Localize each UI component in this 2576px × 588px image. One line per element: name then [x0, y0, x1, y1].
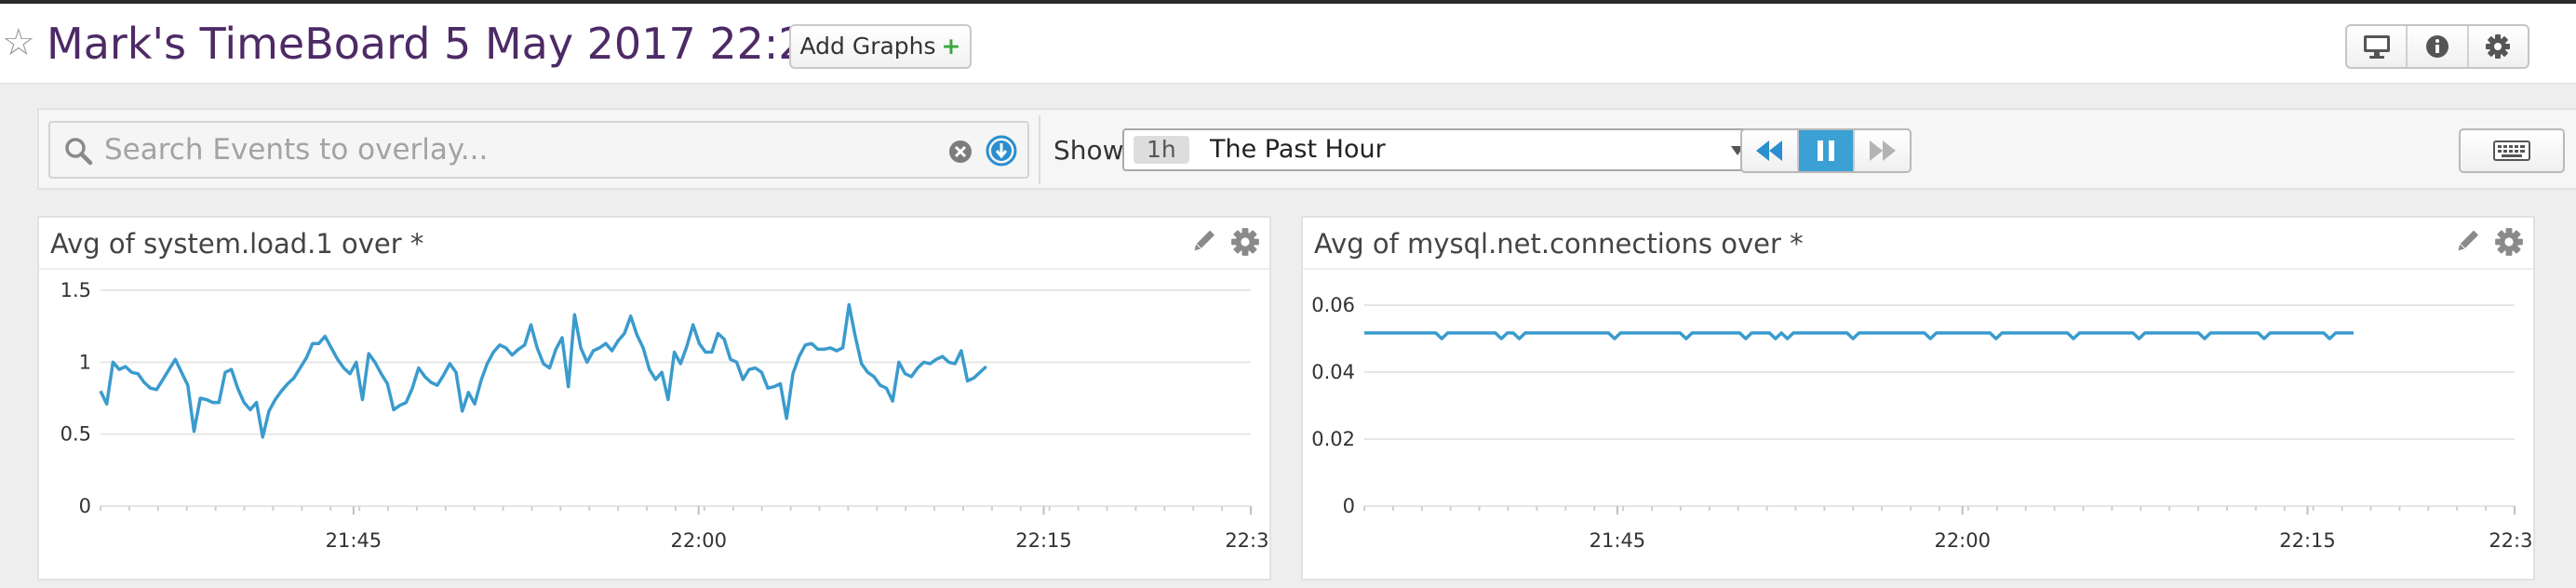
x-tick-label: 22:3( [2489, 529, 2533, 552]
plus-icon: + [941, 33, 961, 60]
x-tick-label: 22:15 [1015, 529, 1072, 552]
y-tick-label: 0.5 [60, 423, 91, 446]
timeframe-badge: 1h [1134, 136, 1189, 164]
graph-tools [2453, 227, 2524, 257]
pause-icon [1818, 140, 1834, 161]
fast-forward-button[interactable] [1855, 130, 1910, 171]
tv-mode-button[interactable] [2347, 26, 2408, 67]
keyboard-icon [2493, 140, 2530, 161]
y-tick-label: 0.06 [1311, 294, 1355, 316]
search-input[interactable] [104, 130, 923, 169]
gear-icon [2486, 34, 2511, 59]
x-tick-label: 22:00 [670, 529, 727, 552]
x-tick-label: 22:00 [1934, 529, 1991, 552]
y-tick-label: 0.02 [1311, 428, 1355, 450]
search-icon [65, 138, 93, 166]
series-line[interactable] [1364, 331, 2354, 341]
series-line[interactable] [99, 302, 987, 439]
graph-title: Avg of mysql.net.connections over * [1314, 228, 1804, 260]
graph-title: Avg of system.load.1 over * [50, 228, 424, 260]
pause-button[interactable] [1798, 130, 1856, 171]
y-tick-label: 0 [1343, 495, 1355, 517]
event-search-box [48, 121, 1029, 179]
timeframe-label: The Past Hour [1210, 135, 1386, 164]
info-button[interactable] [2408, 26, 2469, 67]
graph-tools [1189, 227, 1260, 257]
keyboard-shortcuts-button[interactable] [2459, 128, 2565, 173]
dashboard-header: ☆ Mark's TimeBoard 5 May 2017 22:25 Add … [0, 0, 2576, 84]
y-tick-label: 1 [79, 351, 91, 373]
settings-button[interactable] [2469, 26, 2528, 67]
x-tick-label: 21:45 [326, 529, 382, 552]
y-tick-label: 0 [79, 495, 91, 517]
toolbar-divider [1039, 115, 1040, 184]
rewind-icon [1756, 140, 1783, 161]
x-tick-label: 22:3( [1225, 529, 1269, 552]
add-graphs-label: Add Graphs [799, 33, 936, 60]
y-tick-label: 0.04 [1311, 361, 1355, 383]
edit-pencil-icon[interactable] [2453, 227, 2481, 255]
rewind-button[interactable] [1742, 130, 1799, 171]
mysql-line-chart: 0.06 0.04 0.02 0 21:45 22:00 22:15 22:3( [1311, 294, 2533, 552]
x-tick-label: 21:45 [1590, 529, 1646, 552]
timeframe-select[interactable]: 1h The Past Hour [1122, 128, 1757, 171]
info-icon [2425, 35, 2449, 58]
overlay-download-icon[interactable] [985, 134, 1018, 167]
header-tool-group [2345, 24, 2529, 69]
gear-icon[interactable] [2494, 227, 2524, 257]
timeboard-app: ☆ Mark's TimeBoard 5 May 2017 22:25 Add … [0, 0, 2576, 588]
add-graphs-button[interactable]: Add Graphs + [789, 24, 972, 69]
events-time-toolbar: Show 1h The Past Hour [37, 108, 2576, 190]
x-tick-label: 22:15 [2279, 529, 2336, 552]
gear-icon[interactable] [1230, 227, 1260, 257]
fast-forward-icon [1869, 140, 1896, 161]
page-title: Mark's TimeBoard 5 May 2017 22:25 [47, 19, 833, 69]
graph-panel-mysql-connections: Avg of mysql.net.connections over * 0.06… [1301, 216, 2535, 581]
playback-controls [1740, 128, 1912, 173]
graph-panel-system-load: Avg of system.load.1 over * 1.5 1 0.5 0 … [37, 216, 1271, 581]
y-tick-label: 1.5 [60, 279, 91, 301]
edit-pencil-icon[interactable] [1189, 227, 1217, 255]
load-line-chart: 1.5 1 0.5 0 21:45 22:00 22:15 22:3( [60, 279, 1269, 552]
monitor-icon [2363, 35, 2390, 59]
favorite-star-icon[interactable]: ☆ [2, 24, 35, 61]
clear-search-icon[interactable] [947, 139, 973, 165]
show-label: Show [1053, 135, 1124, 166]
